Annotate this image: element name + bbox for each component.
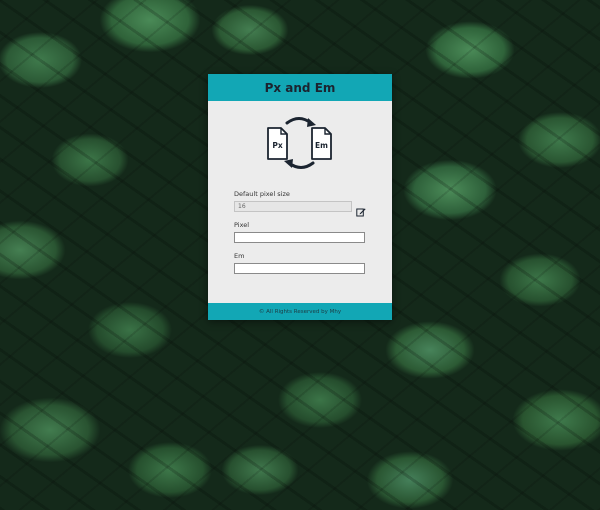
default-size-field[interactable] (234, 201, 352, 212)
logo-px-label: Px (272, 141, 282, 150)
default-size-label: Default pixel size (234, 190, 290, 198)
copyright-text: © All Rights Reserved by Mhy (258, 308, 342, 315)
pixel-input[interactable] (234, 232, 365, 243)
logo-em-label: Em (315, 141, 328, 150)
edit-icon[interactable] (356, 202, 366, 217)
app-title: Px and Em (264, 80, 336, 95)
px-em-conversion-icon: Px Em (265, 115, 335, 171)
converter-card: Px and Em Px Em Default pixel size Pixe (208, 74, 392, 320)
em-input[interactable] (234, 263, 365, 274)
em-label: Em (234, 252, 245, 260)
card-footer: © All Rights Reserved by Mhy (208, 303, 392, 320)
card-header: Px and Em (208, 74, 392, 101)
pixel-label: Pixel (234, 221, 250, 229)
